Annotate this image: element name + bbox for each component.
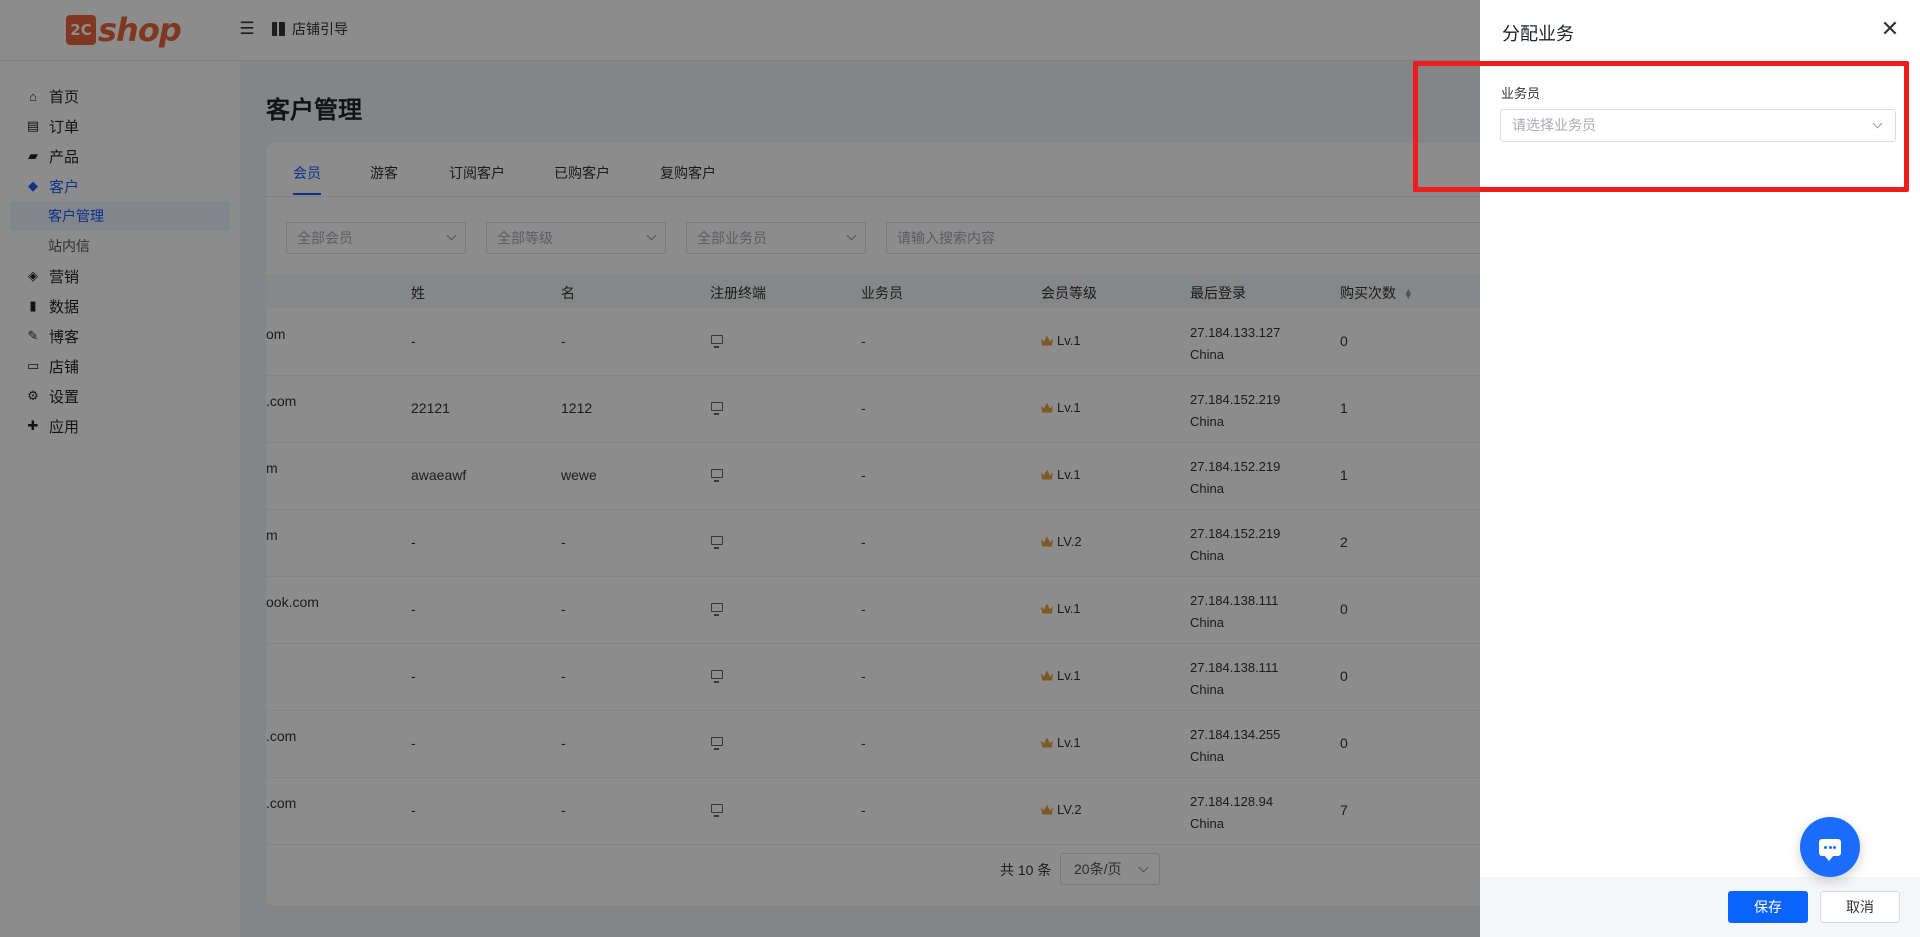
chat-icon (1819, 838, 1841, 861)
drawer-footer: 保存 取消 (1480, 877, 1920, 937)
cancel-button[interactable]: 取消 (1820, 891, 1900, 923)
chat-support-button[interactable] (1800, 817, 1860, 877)
highlight-annotation (1413, 61, 1909, 192)
save-button[interactable]: 保存 (1728, 891, 1808, 923)
drawer-title: 分配业务 (1502, 24, 1574, 44)
close-icon[interactable]: ✕ (1880, 18, 1900, 40)
